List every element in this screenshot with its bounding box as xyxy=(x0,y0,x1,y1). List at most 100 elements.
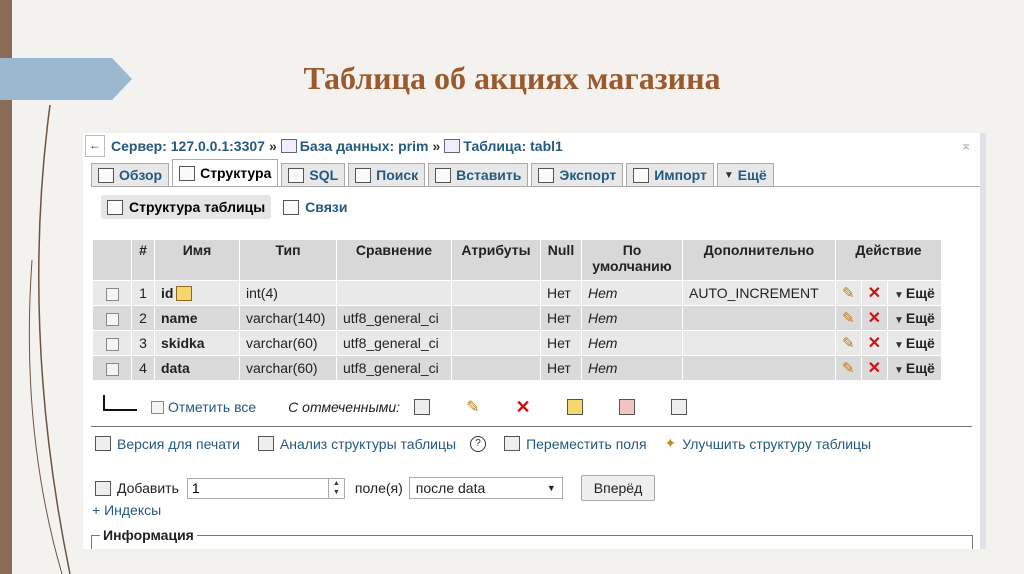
improve-label: Улучшить структуру таблицы xyxy=(682,435,872,452)
subtab-label: Связи xyxy=(305,199,348,215)
tab-sql[interactable]: SQL xyxy=(281,163,346,186)
move-icon xyxy=(504,436,521,451)
row-checkbox[interactable] xyxy=(105,337,119,351)
add-column-icon xyxy=(95,480,111,496)
header-name: Имя xyxy=(155,240,239,280)
primary-key-icon[interactable] xyxy=(566,399,583,415)
tab-structure[interactable]: Структура xyxy=(172,159,279,186)
row-more[interactable]: ▼ Ещё xyxy=(887,356,941,380)
row-more[interactable]: ▼ Ещё xyxy=(887,281,941,305)
tab-label: Вставить xyxy=(456,167,522,183)
row-extra: AUTO_INCREMENT xyxy=(683,281,835,305)
pencil-icon[interactable]: ✎ xyxy=(466,397,479,417)
more-label: Ещё xyxy=(905,335,935,351)
tab-label: Ещё xyxy=(737,167,767,183)
index-icon[interactable] xyxy=(670,399,687,415)
indexes-link[interactable]: + Индексы xyxy=(92,502,161,518)
subtab-table-structure[interactable]: Структура таблицы xyxy=(101,195,272,219)
column-count-stepper[interactable]: ▲ ▼ xyxy=(328,477,345,499)
breadcrumb-table[interactable]: Таблица: tabl1 xyxy=(463,138,563,154)
browse-icon[interactable] xyxy=(414,399,431,415)
row-field-name: data xyxy=(155,356,239,380)
row-field-name: id xyxy=(155,281,239,305)
table-row: 2 name varchar(140) utf8_general_ci Нет … xyxy=(93,306,941,330)
row-edit[interactable]: ✎ xyxy=(836,306,861,330)
tab-search[interactable]: Поиск xyxy=(348,163,426,186)
row-edit[interactable]: ✎ xyxy=(836,281,861,305)
row-drop[interactable]: ✕ xyxy=(861,306,887,330)
move-label: Переместить поля xyxy=(526,435,647,452)
go-button[interactable]: Вперёд xyxy=(580,475,656,501)
row-select[interactable] xyxy=(93,356,131,380)
stepper-down-icon[interactable]: ▼ xyxy=(333,489,340,496)
row-collation: utf8_general_ci xyxy=(337,306,451,330)
row-checkbox[interactable] xyxy=(105,287,119,301)
table-actions: Версия для печати Анализ структуры табли… xyxy=(95,435,889,452)
row-field-name: skidka xyxy=(155,331,239,355)
row-drop[interactable]: ✕ xyxy=(861,281,887,305)
subtab-relations[interactable]: Связи xyxy=(277,195,353,219)
delete-icon[interactable]: ✕ xyxy=(868,335,881,352)
row-select[interactable] xyxy=(93,306,131,330)
row-checkbox[interactable] xyxy=(105,312,119,326)
check-all-checkbox[interactable] xyxy=(151,400,164,414)
column-count-input[interactable] xyxy=(186,477,329,499)
back-arrow-icon[interactable]: ← xyxy=(85,135,105,157)
move-columns-link[interactable]: Переместить поля xyxy=(504,435,647,452)
help-icon[interactable]: ? xyxy=(470,435,487,452)
stepper-up-icon[interactable]: ▲ xyxy=(333,480,340,487)
chevron-down-icon: ▼ xyxy=(546,483,556,493)
row-edit[interactable]: ✎ xyxy=(836,331,861,355)
collapse-icon[interactable]: ⌅ xyxy=(960,137,972,154)
delete-icon[interactable]: ✕ xyxy=(868,360,881,377)
row-drop[interactable]: ✕ xyxy=(861,356,887,380)
analyze-label: Анализ структуры таблицы xyxy=(279,435,457,452)
improve-structure-link[interactable]: ✦ Улучшить структуру таблицы xyxy=(665,435,872,452)
breadcrumb-database[interactable]: База данных: prim xyxy=(300,138,429,154)
wand-icon: ✦ xyxy=(664,435,677,451)
row-more[interactable]: ▼ Ещё xyxy=(887,331,941,355)
pencil-icon[interactable]: ✎ xyxy=(842,360,855,377)
tab-more[interactable]: ▼ Ещё xyxy=(716,163,774,186)
printer-icon xyxy=(95,436,111,451)
tab-export[interactable]: Экспорт xyxy=(531,163,624,186)
tab-label: Экспорт xyxy=(559,167,617,183)
delete-icon[interactable]: ✕ xyxy=(868,310,881,327)
delete-icon[interactable]: ✕ xyxy=(868,285,881,302)
tab-browse[interactable]: Обзор xyxy=(91,163,170,186)
row-select[interactable] xyxy=(93,331,131,355)
pencil-icon[interactable]: ✎ xyxy=(842,310,855,327)
row-num: 2 xyxy=(132,306,154,330)
row-type: varchar(60) xyxy=(240,331,336,355)
header-type: Тип xyxy=(240,240,336,280)
delete-icon[interactable]: ✕ xyxy=(515,397,530,418)
position-select[interactable]: после data ▼ xyxy=(408,477,563,499)
tab-insert[interactable]: Вставить xyxy=(428,163,529,186)
dropdown-icon: ▼ xyxy=(723,169,734,181)
more-label: Ещё xyxy=(905,285,935,301)
row-more[interactable]: ▼ Ещё xyxy=(887,306,941,330)
tab-import[interactable]: Импорт xyxy=(626,163,714,186)
header-action: Действие xyxy=(836,240,941,280)
scrollbar[interactable] xyxy=(980,133,986,549)
row-select[interactable] xyxy=(93,281,131,305)
pencil-icon[interactable]: ✎ xyxy=(842,335,855,352)
dropdown-icon: ▼ xyxy=(893,315,904,326)
row-collation: utf8_general_ci xyxy=(337,331,451,355)
row-null: Нет xyxy=(541,281,581,305)
information-section: Информация xyxy=(91,527,973,549)
dropdown-icon: ▼ xyxy=(893,365,904,376)
divider xyxy=(91,426,972,427)
pencil-icon[interactable]: ✎ xyxy=(842,285,855,302)
relations-icon xyxy=(283,199,300,215)
row-drop[interactable]: ✕ xyxy=(861,331,887,355)
check-all-link[interactable]: Отметить все xyxy=(168,399,256,415)
breadcrumb-server[interactable]: Сервер: 127.0.0.1:3307 xyxy=(111,138,265,154)
row-checkbox[interactable] xyxy=(105,362,119,376)
analyze-structure-link[interactable]: Анализ структуры таблицы xyxy=(257,435,457,452)
header-null: Null xyxy=(541,240,581,280)
print-view-link[interactable]: Версия для печати xyxy=(95,436,240,452)
unique-icon[interactable] xyxy=(618,399,635,415)
row-edit[interactable]: ✎ xyxy=(836,356,861,380)
row-extra xyxy=(683,331,835,355)
